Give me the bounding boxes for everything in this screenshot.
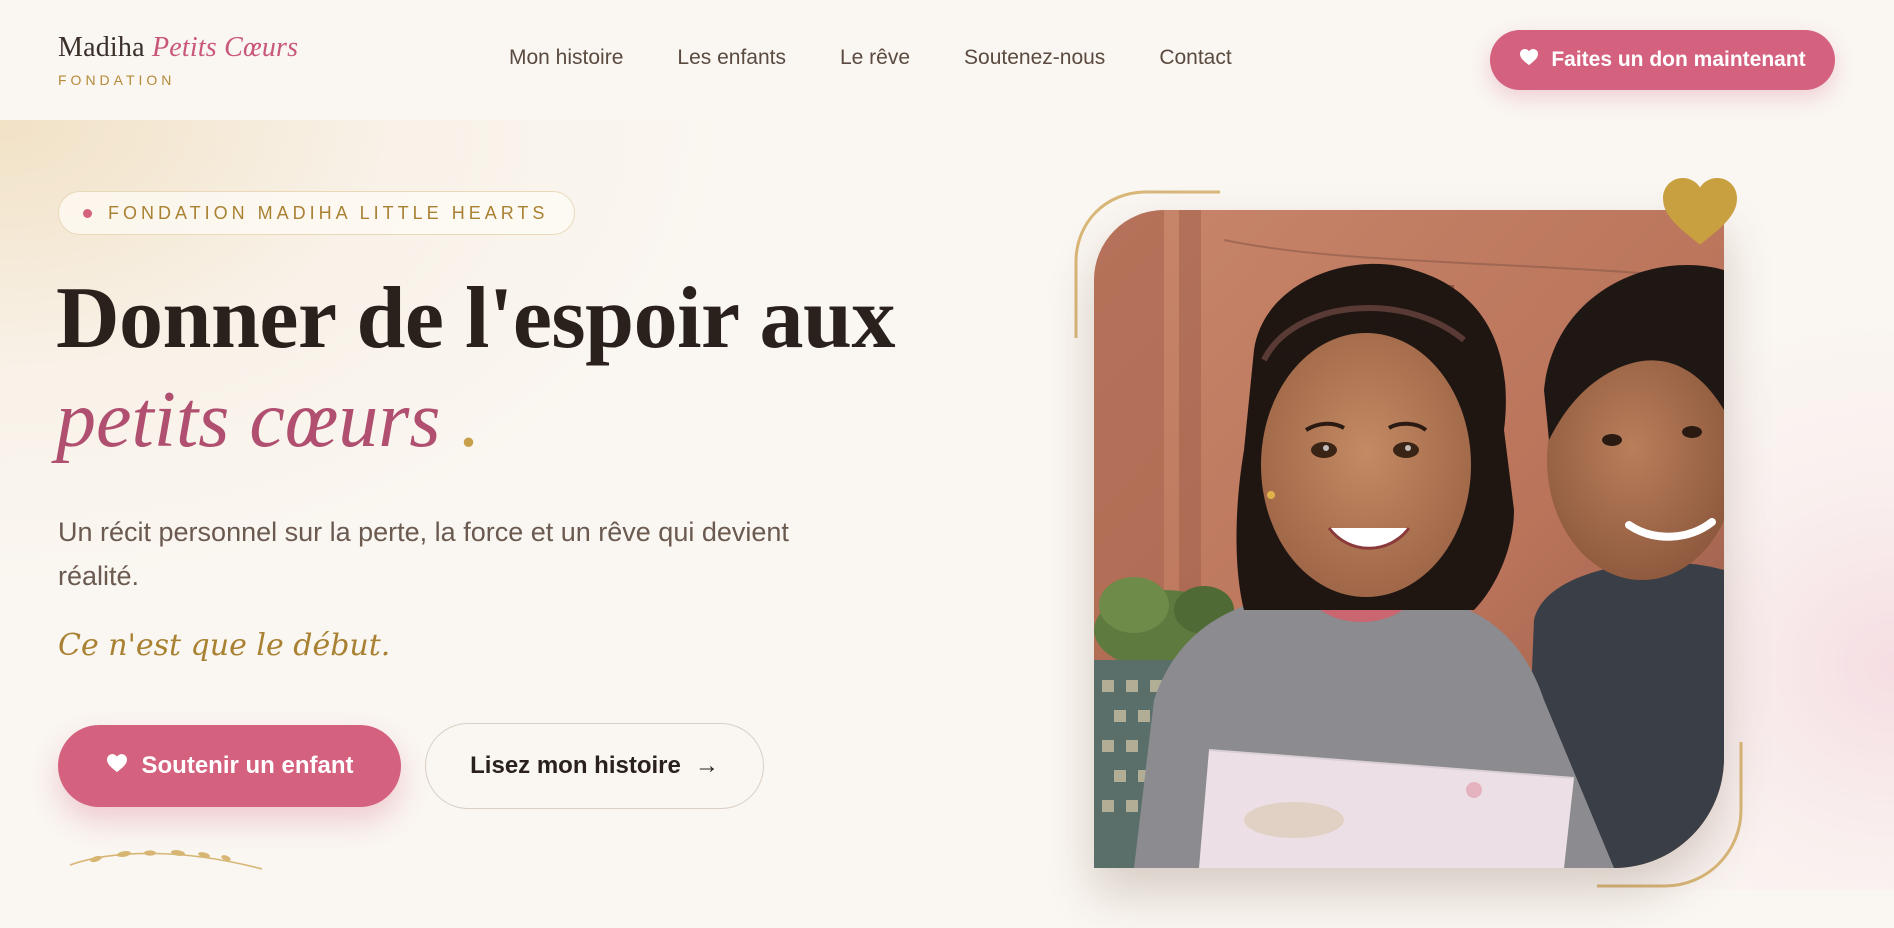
main-nav: Mon histoire Les enfants Le rêve Soutene…: [509, 46, 1232, 70]
hero-headline-accent: petits cœurs: [56, 376, 441, 464]
brand-subtitle: FONDATION: [58, 72, 176, 88]
badge-dot: [83, 208, 92, 218]
hero-headline-line1: Donner de l'espoir aux: [56, 270, 895, 367]
nav-item-soutenez-nous[interactable]: Soutenez-nous: [964, 46, 1105, 70]
donate-now-button[interactable]: Faites un don maintenant: [1490, 30, 1835, 90]
brand-name-plain: Madiha: [58, 32, 145, 63]
heart-icon: [1519, 48, 1539, 72]
hero-headline-line2: petits cœurs.: [56, 375, 478, 466]
arrow-right-icon: →: [694, 752, 719, 779]
brand-logo[interactable]: Madiha Petits Cœurs FONDATION: [58, 32, 298, 88]
heart-icon: [106, 752, 128, 780]
hero-subtitle: Un récit personnel sur la perte, la forc…: [58, 517, 789, 591]
hero-headline-dot: .: [458, 376, 479, 464]
foundation-badge: FONDATION MADIHA LITTLE HEARTS: [58, 191, 576, 235]
badge-label: FONDATION MADIHA LITTLE HEARTS: [108, 202, 549, 223]
support-child-label: Soutenir un enfant: [141, 752, 354, 779]
support-child-button[interactable]: Soutenir un enfant: [58, 725, 401, 807]
hero-tagline: Ce n'est que le début.: [58, 628, 391, 663]
nav-item-le-reve[interactable]: Le rêve: [840, 46, 910, 70]
read-story-button[interactable]: Lisez mon histoire →: [425, 723, 764, 809]
site-header: Madiha Petits Cœurs FONDATION Mon histoi…: [0, 0, 1894, 120]
nav-item-contact[interactable]: Contact: [1159, 46, 1231, 70]
brand-name: Madiha Petits Cœurs: [58, 32, 298, 64]
hero-photo-children: [1094, 210, 1724, 868]
nav-item-les-enfants[interactable]: Les enfants: [677, 46, 786, 70]
nav-item-mon-histoire[interactable]: Mon histoire: [509, 46, 623, 70]
read-story-label: Lisez mon histoire: [470, 752, 681, 779]
decorative-sprig: [69, 850, 263, 870]
brand-name-accent: Petits Cœurs: [151, 32, 299, 63]
heart-badge-icon: [1663, 178, 1737, 245]
donate-now-label: Faites un don maintenant: [1551, 48, 1806, 71]
